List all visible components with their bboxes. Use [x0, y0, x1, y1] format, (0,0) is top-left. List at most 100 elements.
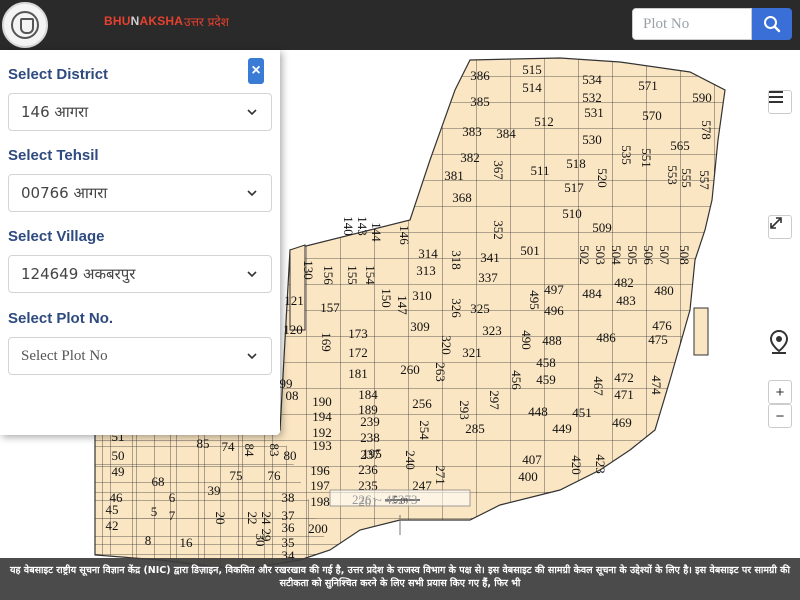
plot-number-label[interactable]: 448 [528, 404, 548, 419]
plot-number-label[interactable]: 502 [577, 245, 592, 265]
tehsil-select[interactable]: 00766 आगरा [8, 174, 272, 212]
plot-number-label[interactable]: 150 [379, 288, 394, 308]
plot-number-label[interactable]: 313 [416, 263, 436, 278]
plot-number-label[interactable]: 480 [654, 283, 674, 298]
plot-number-label[interactable]: 482 [614, 275, 634, 290]
village-select[interactable]: 124649 अकबरपुर [8, 255, 272, 293]
plot-number-label[interactable]: 532 [582, 90, 602, 105]
plot-number-label[interactable]: 497 [544, 282, 564, 297]
plot-number-label[interactable]: 484 [582, 286, 602, 301]
plot-number-label[interactable]: 423 [593, 454, 608, 474]
plot-number-label[interactable]: 467 [591, 376, 606, 396]
plot-number-label[interactable]: 314 [418, 246, 438, 261]
plot-number-label[interactable]: 458 [536, 355, 556, 370]
plot-number-label[interactable]: 400 [518, 469, 538, 484]
plot-number-label[interactable]: 285 [465, 421, 485, 436]
plot-number-label[interactable]: 309 [410, 319, 430, 334]
plot-number-label[interactable]: 496 [544, 303, 564, 318]
zoom-in-button[interactable]: + [768, 380, 792, 404]
plot-number-label[interactable]: 318 [449, 250, 464, 270]
plot-number-label[interactable]: 16 [180, 535, 194, 550]
plot-number-label[interactable]: 200 [308, 521, 328, 536]
plot-number-label[interactable]: 154 [363, 265, 378, 285]
plot-number-label[interactable]: 534 [582, 72, 602, 87]
plot-number-label[interactable]: 30 [253, 534, 268, 547]
plot-number-label[interactable]: 20 [213, 512, 228, 525]
plot-number-label[interactable]: 474 [649, 375, 664, 395]
plot-number-label[interactable]: 520 [595, 168, 610, 188]
bhunaksha-brand[interactable]: BHUNAKSHA [104, 14, 183, 28]
plot-number-label[interactable]: 483 [616, 293, 636, 308]
plot-number-label[interactable]: 381 [444, 168, 464, 183]
plot-number-label[interactable]: 515 [522, 62, 542, 77]
plot-number-label[interactable]: 511 [530, 163, 549, 178]
plot-number-label[interactable]: 293 [457, 400, 472, 420]
plot-number-label[interactable]: 352 [491, 220, 506, 240]
plot-number-label[interactable]: 49 [112, 464, 125, 479]
plot-number-label[interactable]: 155 [345, 265, 360, 285]
plot-number-label[interactable]: 39 [208, 483, 221, 498]
plot-number-label[interactable]: 385 [470, 94, 490, 109]
plot-number-label[interactable]: 476 [652, 318, 672, 333]
plot-number-label[interactable]: 578 [699, 120, 714, 140]
plot-number-label[interactable]: 326 [449, 298, 464, 318]
zoom-out-button[interactable]: − [768, 404, 792, 428]
plot-number-label[interactable]: 535 [619, 145, 634, 165]
plot-number-label[interactable]: 531 [584, 105, 604, 120]
plot-number-label[interactable]: 236 [358, 462, 378, 477]
plot-number-label[interactable]: 310 [412, 288, 432, 303]
plot-number-label[interactable]: 83 [267, 444, 282, 457]
plot-number-label[interactable]: 530 [582, 132, 602, 147]
plot-number-label[interactable]: 172 [348, 345, 368, 360]
plot-number-label[interactable]: 156 [321, 265, 336, 285]
plot-number-label[interactable]: 571 [638, 78, 658, 93]
plot-number-label[interactable]: 518 [566, 156, 586, 171]
plot-number-label[interactable]: 194 [312, 409, 332, 424]
plot-number-label[interactable]: 195 [362, 446, 382, 461]
plot-number-label[interactable]: 7 [169, 508, 176, 523]
plot-number-label[interactable]: 263 [433, 362, 448, 382]
plot-number-label[interactable]: 24 [259, 512, 274, 526]
up-govt-emblem-logo[interactable] [2, 2, 48, 48]
plot-number-label[interactable]: 508 [677, 245, 692, 265]
plot-number-label[interactable]: 321 [462, 345, 482, 360]
plot-number-label[interactable]: 173 [348, 326, 368, 341]
plot-number-label[interactable]: 506 [641, 245, 656, 265]
plot-no-select[interactable]: Select Plot No [8, 337, 272, 375]
plot-number-label[interactable]: 469 [612, 415, 632, 430]
plot-number-label[interactable]: 320 [439, 335, 454, 355]
plot-number-label[interactable]: 50 [112, 448, 125, 463]
plot-number-label[interactable]: 475 [648, 332, 668, 347]
plot-number-label[interactable]: 512 [534, 114, 554, 129]
plot-number-label[interactable]: 570 [642, 108, 662, 123]
district-select[interactable]: 146 आगरा [8, 93, 272, 131]
plot-number-label[interactable]: 190 [312, 394, 332, 409]
plot-number-label[interactable]: 193 [312, 438, 332, 453]
plot-number-label[interactable]: 517 [564, 180, 584, 195]
plot-number-label[interactable]: 504 [609, 245, 624, 265]
plot-number-label[interactable]: 386 [470, 68, 490, 83]
plot-number-label[interactable]: 238 [360, 430, 380, 445]
plot-number-label[interactable]: 74 [222, 439, 236, 454]
plot-number-label[interactable]: 420 [569, 455, 584, 475]
plot-number-label[interactable]: 459 [536, 372, 556, 387]
plot-number-label[interactable]: 553 [665, 165, 680, 185]
plot-number-label[interactable]: 169 [319, 332, 334, 352]
plot-number-label[interactable]: 75 [230, 468, 243, 483]
plot-number-label[interactable]: 239 [360, 414, 380, 429]
plot-number-label[interactable]: 407 [522, 452, 542, 467]
plot-number-label[interactable]: 341 [480, 250, 500, 265]
plot-number-label[interactable]: 449 [552, 421, 572, 436]
plot-number-label[interactable]: 590 [692, 90, 712, 105]
plot-number-label[interactable]: 505 [625, 245, 640, 265]
plot-number-label[interactable]: 565 [670, 138, 690, 153]
plot-number-label[interactable]: 555 [679, 168, 694, 188]
plot-number-label[interactable]: 8 [145, 533, 152, 548]
plot-number-label[interactable]: 22 [245, 512, 260, 525]
plot-number-label[interactable]: 36 [282, 520, 296, 535]
plot-number-label[interactable]: 197 [310, 478, 330, 493]
plot-number-label[interactable]: 509 [592, 220, 612, 235]
plot-number-label[interactable]: 140 [341, 216, 356, 236]
plot-number-label[interactable]: 557 [697, 170, 712, 190]
plot-search-input[interactable] [632, 8, 752, 40]
